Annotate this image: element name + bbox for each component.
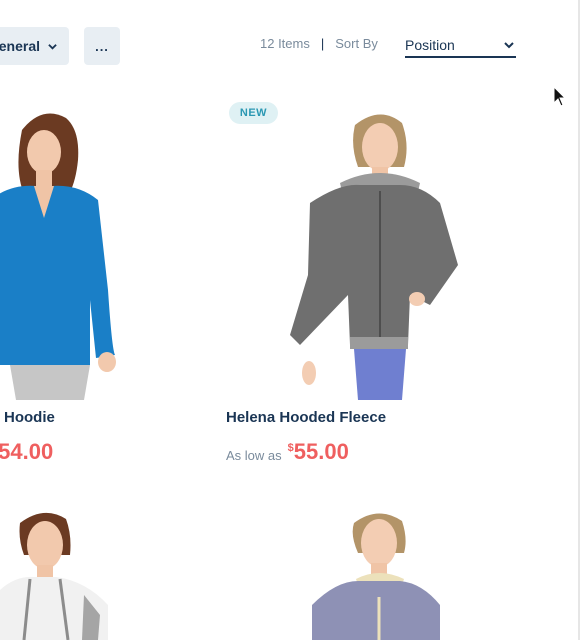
sort-select[interactable]: Position xyxy=(405,34,516,58)
product-image[interactable] xyxy=(0,505,140,640)
chevron-down-icon xyxy=(504,42,514,49)
product-photo-lavender-hoodie xyxy=(312,513,440,640)
price-value: 54.00 xyxy=(0,439,54,464)
items-count: 12 Items xyxy=(260,36,310,51)
product-photo-helena-hooded-fleece xyxy=(290,114,458,400)
chevron-down-icon xyxy=(48,43,57,50)
more-options-button[interactable]: ... xyxy=(84,27,120,65)
price-value: 55.00 xyxy=(293,439,349,464)
product-name[interactable]: Helena Hooded Fleece xyxy=(226,409,386,426)
product-name[interactable]: Hoodie xyxy=(4,409,55,426)
product-price: As low as $ 55.00 xyxy=(226,439,349,465)
product-image[interactable] xyxy=(280,105,480,400)
mouse-pointer-icon xyxy=(553,86,567,107)
filter-label: General xyxy=(0,38,40,54)
sort-by-label: Sort By xyxy=(335,36,378,51)
filter-dropdown-button[interactable]: General xyxy=(0,27,69,65)
more-label: ... xyxy=(95,38,109,54)
product-image[interactable] xyxy=(0,100,160,400)
product-price: $ 54.00 xyxy=(0,439,53,465)
toolbar-separator: | xyxy=(320,36,325,51)
product-toolbar: General ... 12 Items | Sort By Position xyxy=(0,0,580,90)
product-photo-hoodie-blue xyxy=(0,113,116,400)
product-image[interactable] xyxy=(300,505,450,640)
product-photo-white-jacket xyxy=(0,512,108,640)
new-badge: NEW xyxy=(229,102,278,124)
price-prefix: As low as xyxy=(226,448,282,463)
toolbar-meta: 12 Items | Sort By xyxy=(260,36,378,51)
sort-value: Position xyxy=(405,37,455,53)
